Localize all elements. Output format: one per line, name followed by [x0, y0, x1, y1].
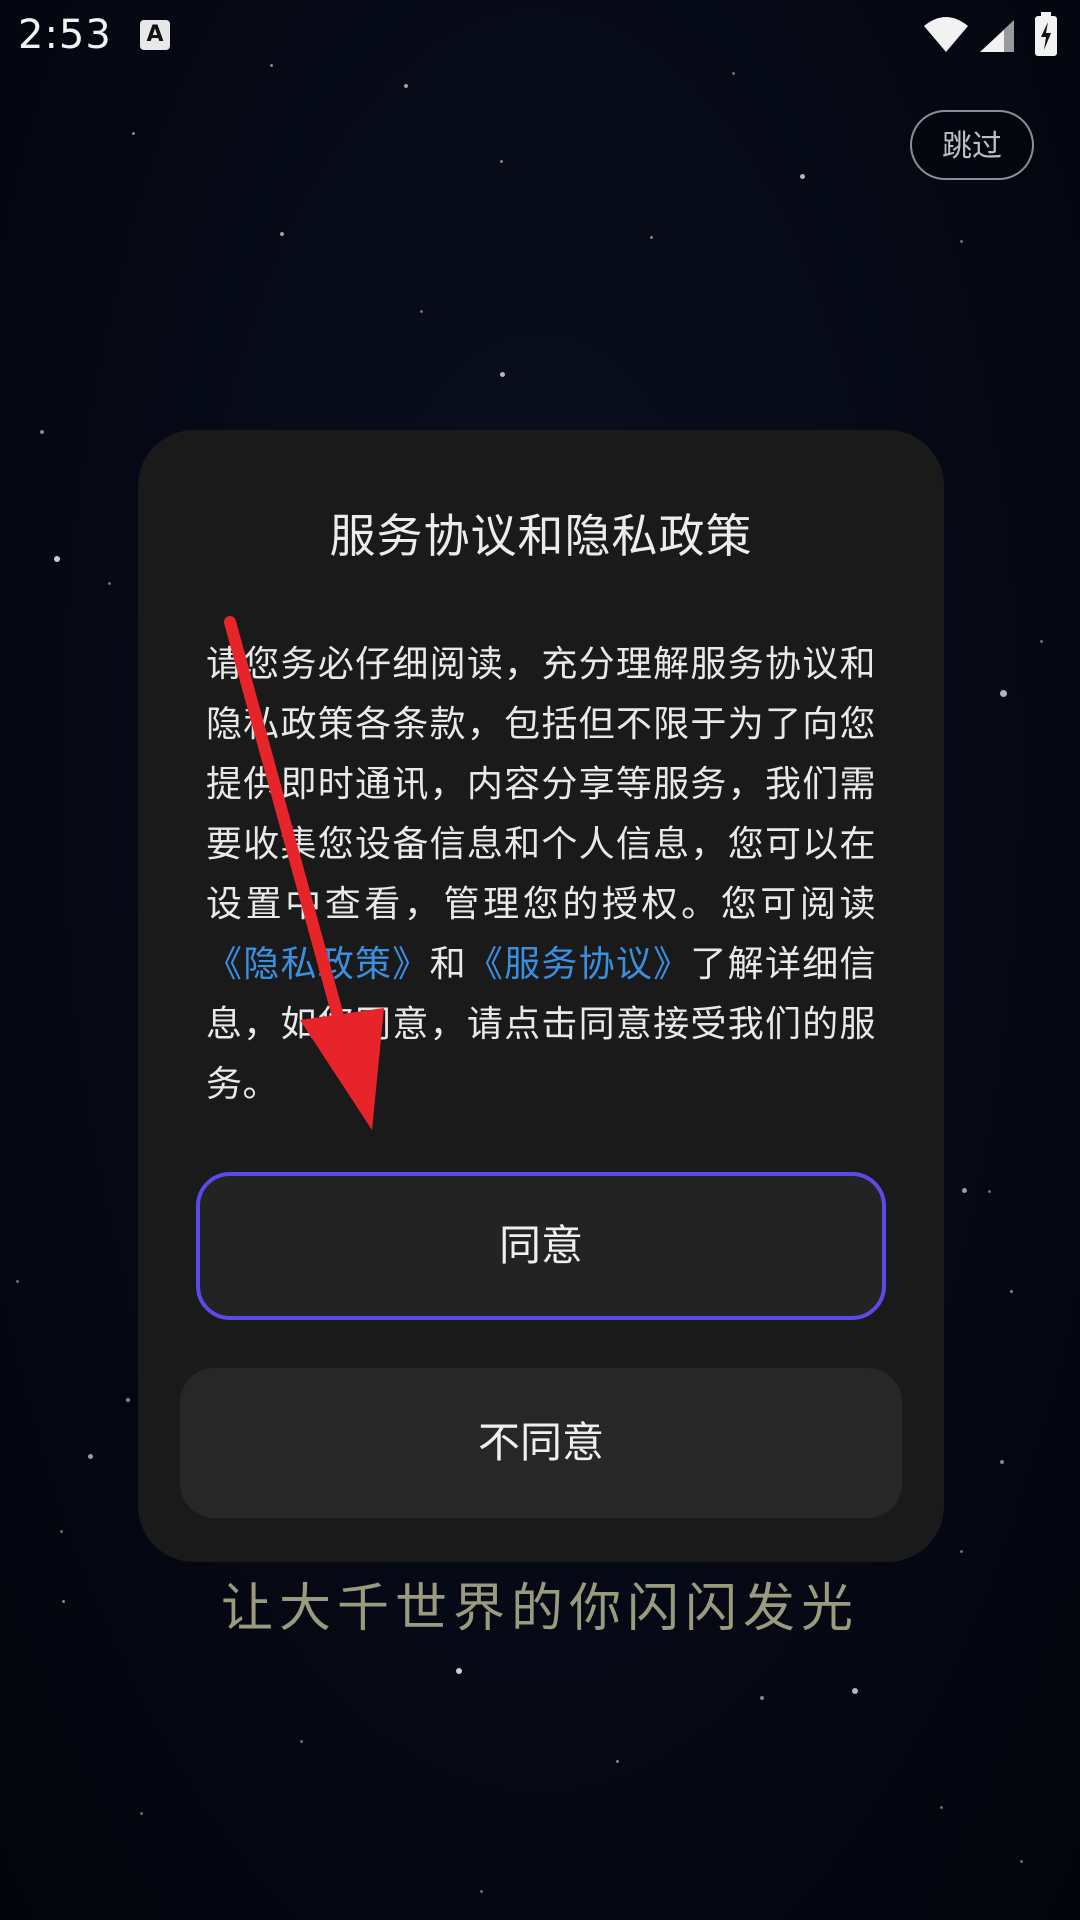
dialog-title: 服务协议和隐私政策 — [329, 509, 753, 563]
dialog-body-text: 请您务必仔细阅读，充分理解服务协议和隐私政策各条款，包括但不限于为了向您提供即时… — [206, 635, 876, 1115]
disagree-button[interactable]: 不同意 — [180, 1368, 902, 1518]
cell-signal-icon — [978, 18, 1016, 58]
privacy-policy-link[interactable]: 《隐私政策》 — [206, 944, 430, 985]
slogan-text: 让大千世界的你闪闪发光 — [220, 1579, 859, 1639]
body-text-part1: 请您务必仔细阅读，充分理解服务协议和隐私政策各条款，包括但不限于为了向您提供即时… — [206, 644, 876, 925]
service-agreement-link[interactable]: 《服务协议》 — [467, 944, 691, 985]
status-time: 2:53 — [18, 12, 112, 58]
battery-charging-icon — [1034, 12, 1058, 60]
agree-button[interactable]: 同意 — [196, 1172, 886, 1320]
splash-screen: 2:53 A 跳过 服务协议和隐私政策 请您务必仔细阅读，充分理解服务协议和隐私… — [0, 0, 1080, 1920]
status-bar: 2:53 A — [0, 0, 1080, 72]
skip-button[interactable]: 跳过 — [910, 110, 1034, 180]
body-text-and: 和 — [429, 944, 467, 985]
wifi-icon — [922, 14, 970, 58]
keyboard-a-icon: A — [140, 20, 170, 50]
privacy-agreement-dialog: 服务协议和隐私政策 请您务必仔细阅读，充分理解服务协议和隐私政策各条款，包括但不… — [138, 430, 944, 1562]
